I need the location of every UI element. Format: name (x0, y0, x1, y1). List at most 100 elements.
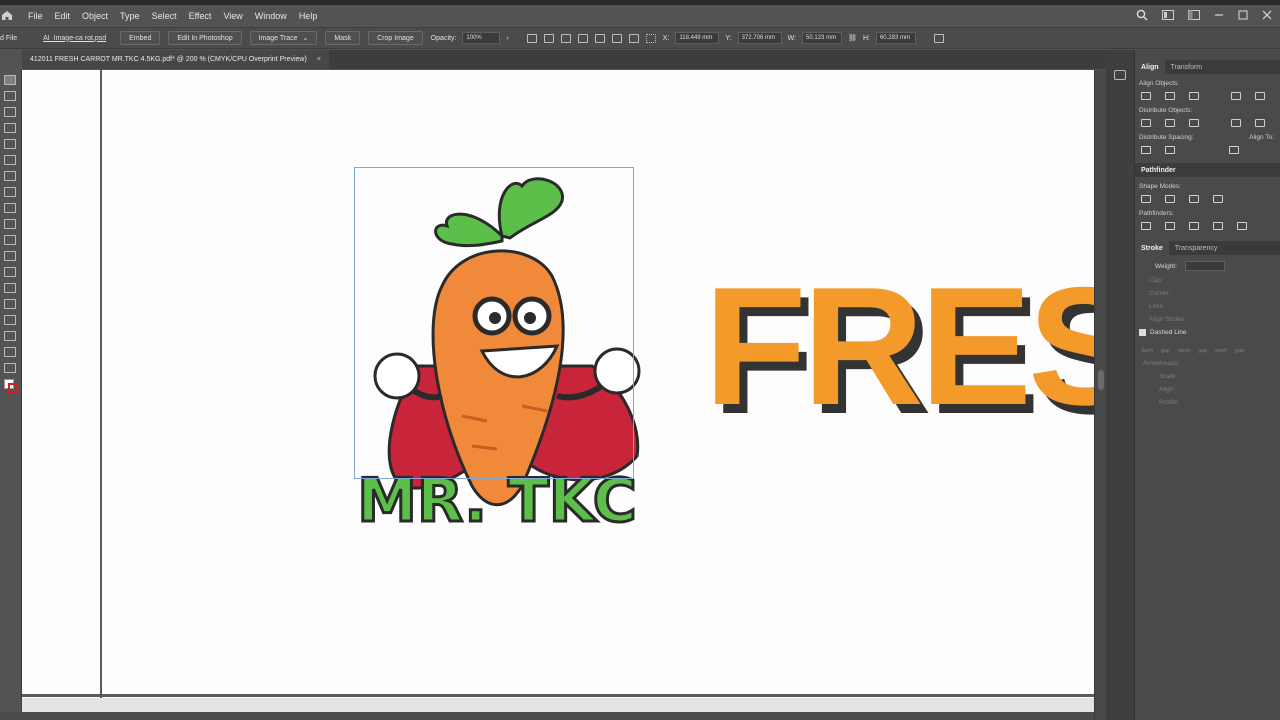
link-icon[interactable]: ⛓ (848, 34, 857, 42)
artboard-tool-icon[interactable] (4, 299, 16, 309)
document-tab[interactable]: 412011 FRESH CARROT MR.TKC 4.5KG.pdf* @ … (22, 50, 329, 69)
menu-file[interactable]: File (22, 11, 49, 21)
outline-icon[interactable] (1237, 222, 1247, 230)
search-icon[interactable] (1136, 9, 1148, 21)
opacity-field[interactable]: 100% (462, 32, 501, 44)
weight-field[interactable] (1184, 261, 1225, 271)
canvas[interactable]: MR. TKC FRESH (22, 70, 1094, 698)
x-field[interactable]: 118.449 mm (675, 32, 720, 44)
spacing-horizontal-icon[interactable] (1165, 146, 1175, 154)
tab-stroke[interactable]: Stroke (1135, 241, 1169, 255)
chevron-down-icon: ⌄ (302, 35, 309, 42)
transform-icon[interactable] (526, 33, 537, 43)
close-icon[interactable] (1262, 10, 1272, 20)
tab-transparency[interactable]: Transparency (1169, 245, 1224, 252)
pen-tool-icon[interactable] (4, 107, 16, 117)
distribute-vcenter-icon[interactable] (1165, 119, 1175, 127)
selection-bounding-box[interactable] (354, 167, 634, 479)
symbol-tool-icon[interactable] (4, 283, 16, 293)
shape-modes-row (1141, 194, 1280, 204)
brush-tool-icon[interactable] (4, 155, 16, 165)
linked-filename-link[interactable]: AI_Image-ca rot.psd (43, 35, 106, 42)
menu-window[interactable]: Window (249, 11, 293, 21)
crop-image-button[interactable]: Crop Image (368, 31, 423, 45)
close-tab-icon[interactable]: × (317, 56, 321, 63)
menu-object[interactable]: Object (76, 11, 114, 21)
distribute-bottom-icon[interactable] (1189, 119, 1199, 127)
crop-icon[interactable] (1213, 222, 1223, 230)
distribute-hcenter-icon[interactable] (1255, 119, 1265, 127)
align-bottom-icon[interactable] (628, 33, 639, 43)
intersect-icon[interactable] (1189, 195, 1199, 203)
mask-button[interactable]: Mask (325, 31, 361, 45)
graph-tool-icon[interactable] (4, 267, 16, 277)
workspace-icon[interactable] (1162, 10, 1174, 20)
tab-transform[interactable]: Transform (1165, 64, 1209, 71)
tab-align[interactable]: Align (1135, 60, 1165, 74)
gradient-tool-icon[interactable] (4, 235, 16, 245)
direct-selection-tool-icon[interactable] (4, 91, 16, 101)
align-top-icon[interactable] (1231, 92, 1241, 100)
home-icon[interactable] (0, 10, 14, 22)
menu-type[interactable]: Type (114, 11, 146, 21)
spacing-vertical-icon[interactable] (1141, 146, 1151, 154)
transform-expand-icon[interactable] (933, 33, 944, 43)
h-field[interactable]: 60.283 mm (875, 32, 916, 44)
distribute-left-icon[interactable] (1231, 119, 1241, 127)
fill-stroke-icon[interactable] (4, 379, 18, 393)
align-right-icon[interactable] (577, 33, 588, 43)
type-tool-icon[interactable] (4, 123, 16, 133)
mesh-tool-icon[interactable] (4, 251, 16, 261)
menu-select[interactable]: Select (146, 11, 183, 21)
line-tool-icon[interactable] (4, 139, 16, 149)
align-right-icon[interactable] (1189, 92, 1199, 100)
selection-tool-icon[interactable] (4, 75, 16, 85)
restore-icon[interactable] (1238, 10, 1248, 20)
merge-icon[interactable] (1189, 222, 1199, 230)
arrange-icon[interactable] (1188, 10, 1200, 20)
w-field[interactable]: 50.123 mm (802, 32, 843, 44)
w-label: W: (787, 34, 797, 42)
align-left-icon[interactable] (1141, 92, 1151, 100)
exclude-icon[interactable] (1213, 195, 1223, 203)
slice-tool-icon[interactable] (4, 315, 16, 325)
align-vcenter-icon[interactable] (1255, 92, 1265, 100)
align-middle-icon[interactable] (611, 33, 622, 43)
chevron-right-icon[interactable]: › (506, 35, 508, 42)
reference-point-icon[interactable] (645, 33, 656, 43)
vertical-scrollbar[interactable] (1094, 70, 1106, 720)
dashed-line-checkbox[interactable] (1139, 329, 1146, 336)
hand-tool-icon[interactable] (4, 347, 16, 357)
scale-tool-icon[interactable] (4, 203, 16, 213)
menu-view[interactable]: View (217, 11, 248, 21)
embed-button[interactable]: Embed (120, 31, 161, 45)
align-center-icon[interactable] (560, 33, 571, 43)
edit-in-photoshop-button[interactable]: Edit In Photoshop (168, 31, 242, 45)
fresh-headline[interactable]: FRESH (704, 266, 1094, 426)
y-field[interactable]: 372.706 mm (737, 32, 782, 44)
eraser-tool-icon[interactable] (4, 171, 16, 181)
pathfinder-header[interactable]: Pathfinder (1135, 163, 1280, 177)
cap-label: Cap: (1149, 277, 1163, 284)
trim-icon[interactable] (1165, 222, 1175, 230)
minimize-icon[interactable] (1214, 10, 1224, 20)
divide-icon[interactable] (1141, 222, 1151, 230)
menu-edit[interactable]: Edit (49, 11, 77, 21)
rotate-tool-icon[interactable] (4, 187, 16, 197)
unite-icon[interactable] (1141, 195, 1151, 203)
distribute-top-icon[interactable] (1141, 119, 1151, 127)
comments-icon[interactable] (1114, 70, 1126, 80)
align-top-icon[interactable] (594, 33, 605, 43)
menu-help[interactable]: Help (293, 11, 324, 21)
align-to-selection-icon[interactable] (1229, 146, 1239, 154)
x-label: X: (662, 34, 670, 42)
eyedropper-tool-icon[interactable] (4, 331, 16, 341)
free-transform-tool-icon[interactable] (4, 219, 16, 229)
scrollbar-thumb[interactable] (1098, 370, 1104, 390)
menu-effect[interactable]: Effect (183, 11, 218, 21)
align-left-icon[interactable] (543, 33, 554, 43)
image-trace-button[interactable]: Image Trace ⌄ (249, 31, 318, 45)
zoom-tool-icon[interactable] (4, 363, 16, 373)
minus-front-icon[interactable] (1165, 195, 1175, 203)
align-hcenter-icon[interactable] (1165, 92, 1175, 100)
